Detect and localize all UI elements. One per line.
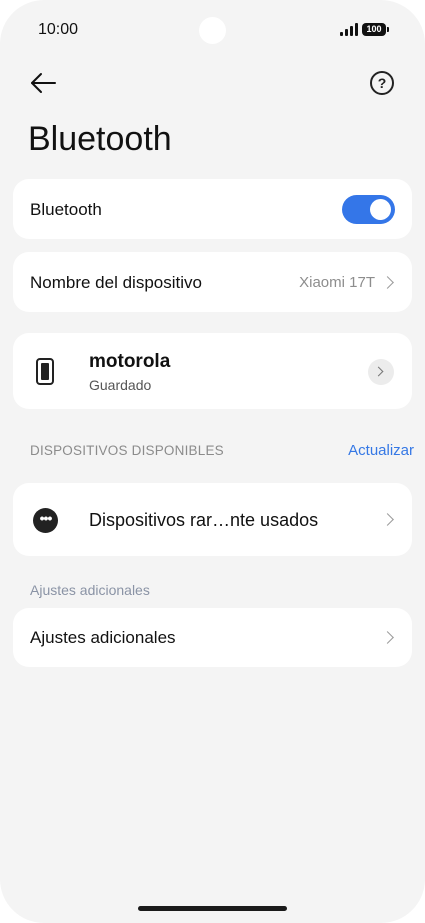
saved-device-name: motorola [89, 351, 171, 372]
rarely-used-devices-row[interactable]: ••• Dispositivos rar…nte usados [13, 483, 412, 556]
question-circle-icon[interactable]: ? [370, 71, 394, 95]
additional-settings-row[interactable]: Ajustes adicionales [13, 608, 412, 667]
saved-device-row[interactable]: motorola Guardado [13, 333, 412, 409]
chevron-right-icon [381, 276, 394, 289]
device-name-label: Nombre del dispositivo [30, 273, 202, 292]
rarely-used-devices-label: Dispositivos rar…nte usados [89, 510, 319, 530]
chevron-right-icon [381, 631, 394, 644]
smartphone-icon [36, 358, 54, 385]
battery-icon: 100 [362, 23, 389, 36]
signal-icon [340, 23, 358, 36]
saved-device-status: Guardado [89, 377, 152, 393]
status-time: 10:00 [38, 21, 79, 38]
bluetooth-toggle-row[interactable]: Bluetooth [13, 179, 412, 239]
device-name-value: Xiaomi 17T [299, 274, 375, 291]
phone-screen: 10:00 100 ? Bluetooth Bluetooth Nombre d… [0, 0, 425, 923]
arrow-left-icon[interactable] [28, 68, 58, 98]
status-bar: 10:00 100 [0, 0, 425, 60]
additional-settings-section-label: Ajustes adicionales [30, 582, 150, 598]
home-indicator[interactable] [138, 906, 287, 911]
refresh-button[interactable]: Actualizar [348, 442, 414, 459]
bluetooth-toggle[interactable] [342, 195, 395, 224]
toggle-knob [370, 199, 391, 220]
additional-settings-label: Ajustes adicionales [30, 628, 176, 647]
camera-cutout [199, 17, 226, 44]
device-name-row[interactable]: Nombre del dispositivo Xiaomi 17T [13, 252, 412, 312]
bluetooth-label: Bluetooth [30, 200, 102, 219]
available-devices-header: DISPOSITIVOS DISPONIBLES [30, 443, 224, 458]
device-details-button[interactable] [368, 359, 394, 385]
chevron-right-icon [381, 513, 394, 526]
more-dots-icon: ••• [33, 508, 58, 533]
page-title: Bluetooth [28, 120, 172, 158]
chevron-right-icon [373, 366, 384, 377]
